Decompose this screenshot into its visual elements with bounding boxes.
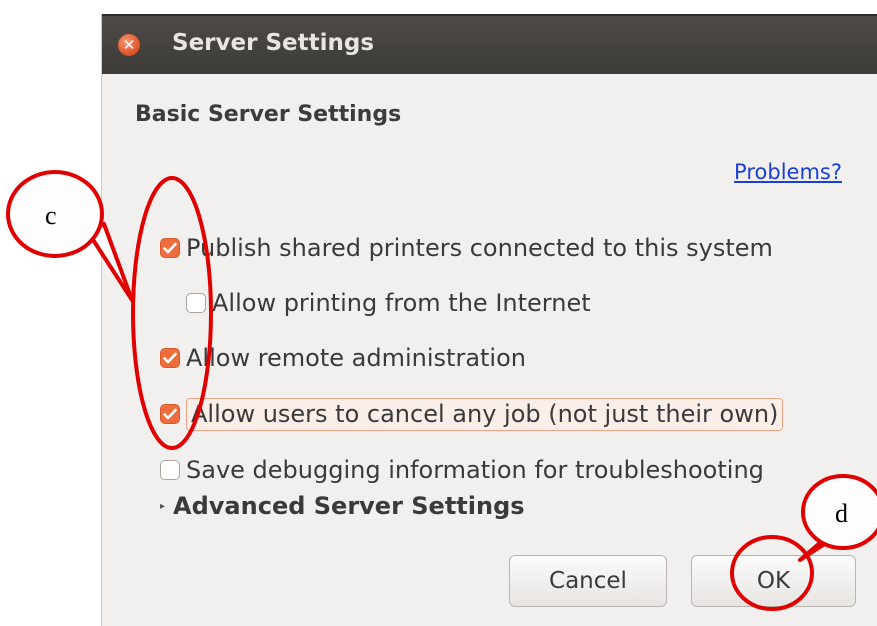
annotation-label-c: c — [45, 201, 57, 230]
ok-highlight-ellipse — [730, 535, 814, 611]
annotation-overlay: c d — [6, 170, 877, 611]
annotation-label-d: d — [835, 499, 848, 528]
checkbox-highlight-ellipse — [131, 176, 213, 450]
